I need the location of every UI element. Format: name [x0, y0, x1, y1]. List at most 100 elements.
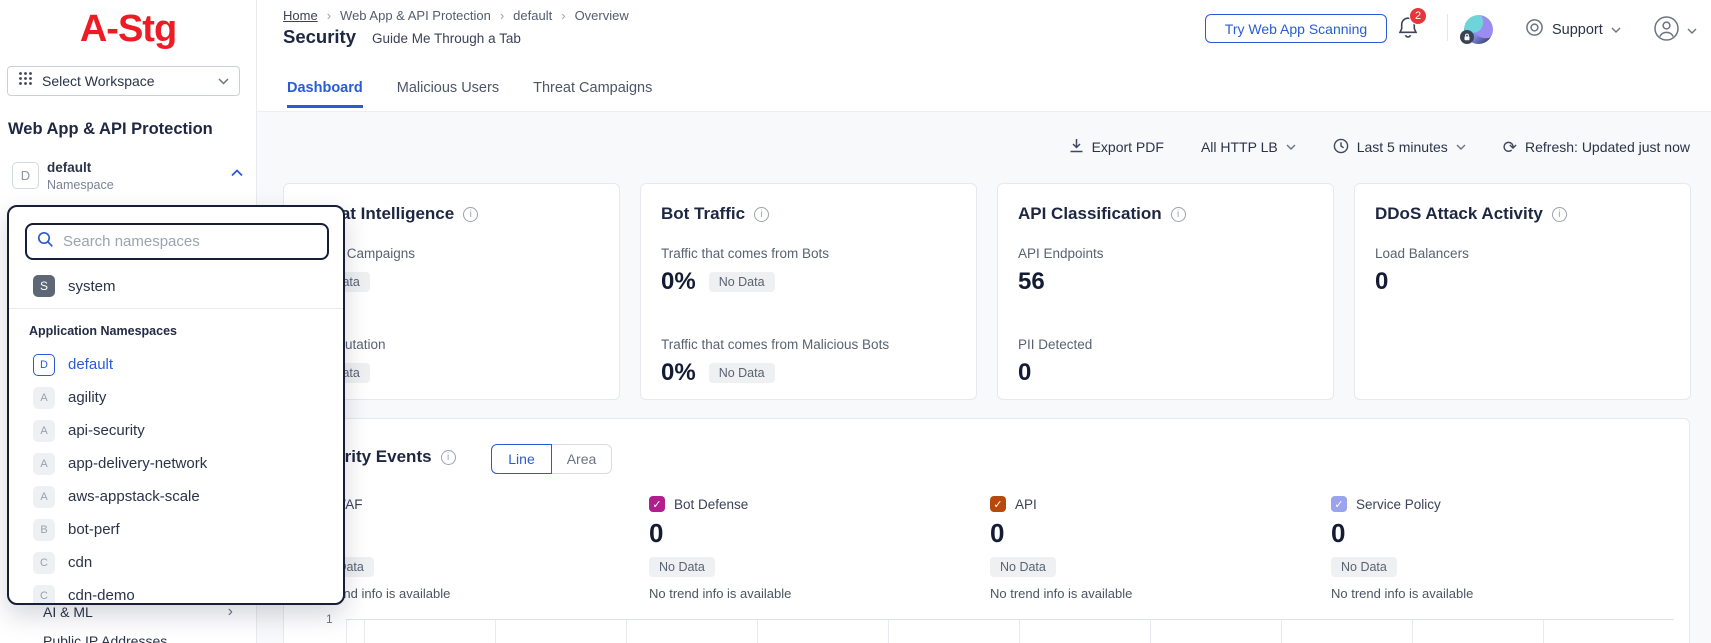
bot-defense-checkbox[interactable]: ✓ — [649, 496, 665, 512]
trend-info-text: No trend info is available — [308, 586, 628, 601]
info-icon[interactable]: i — [1552, 207, 1567, 222]
breadcrumb-item: Overview — [575, 8, 629, 23]
y-axis-tick-label: 1 — [326, 612, 333, 626]
namespace-item-app-delivery-network[interactable]: A app-delivery-network — [33, 447, 333, 480]
time-range-label: Last 5 minutes — [1357, 139, 1448, 155]
chevron-down-icon — [218, 78, 229, 85]
status-badge: No Data — [709, 272, 775, 292]
namespace-initial-badge: A — [33, 387, 55, 409]
namespace-item-agility[interactable]: A agility — [33, 381, 333, 414]
clock-icon — [1333, 138, 1349, 157]
api-checkbox[interactable]: ✓ — [990, 496, 1006, 512]
metric-value: 0 — [1018, 359, 1031, 387]
namespace-item-label: api-security — [68, 422, 145, 439]
dashboard-content: Export PDF All HTTP LB Last 5 minutes — [257, 112, 1711, 643]
namespace-item-label: system — [68, 278, 116, 295]
namespace-dropdown-panel: S system Application Namespaces D defaul… — [7, 205, 345, 605]
metric-label: PII Detected — [1018, 337, 1313, 352]
namespace-item-default[interactable]: D default — [33, 348, 333, 381]
dropdown-divider — [9, 308, 343, 309]
select-workspace-button[interactable]: Select Workspace — [7, 66, 240, 96]
metric-value: 0% — [661, 359, 696, 387]
namespace-item-label: bot-perf — [68, 521, 120, 538]
top-bar: Home › Web App & API Protection › defaul… — [257, 0, 1711, 112]
chevron-down-icon — [1611, 27, 1621, 33]
sidebar-item-label: Public IP Addresses — [43, 633, 167, 643]
try-web-app-scanning-button[interactable]: Try Web App Scanning — [1205, 14, 1387, 43]
namespace-selector-name[interactable]: default — [47, 160, 91, 175]
breadcrumb: Home › Web App & API Protection › defaul… — [283, 8, 629, 23]
notification-count-badge: 2 — [1409, 7, 1427, 25]
area-view-button[interactable]: Area — [552, 444, 612, 474]
chart-grid — [346, 619, 1674, 643]
export-pdf-label: Export PDF — [1092, 139, 1164, 155]
lifebuoy-icon — [1525, 18, 1544, 42]
legend-value: 0 — [990, 518, 1310, 549]
metric-value: 0% — [661, 268, 696, 296]
metric-label: API Endpoints — [1018, 246, 1313, 261]
namespace-item-cdn[interactable]: C cdn — [33, 546, 333, 579]
info-icon[interactable]: i — [463, 207, 478, 222]
namespace-item-label: app-delivery-network — [68, 455, 207, 472]
info-icon[interactable]: i — [754, 207, 769, 222]
main-area: Home › Web App & API Protection › defaul… — [257, 0, 1711, 643]
guide-me-link[interactable]: Guide Me Through a Tab — [372, 31, 521, 46]
namespace-search[interactable] — [25, 223, 329, 260]
breadcrumb-separator: › — [327, 8, 331, 23]
legend-label: Bot Defense — [674, 497, 748, 512]
metric-label: IP Reputation — [304, 337, 599, 352]
refresh-status-label: Refresh: Updated just now — [1525, 139, 1690, 155]
namespace-item-aws-appstack-scale[interactable]: A aws-appstack-scale — [33, 480, 333, 513]
metric-value: 56 — [1018, 268, 1045, 296]
namespace-initial-badge: D — [33, 354, 55, 376]
namespace-selector-sublabel: Namespace — [47, 178, 114, 192]
namespace-initial-badge: S — [33, 275, 55, 297]
info-icon[interactable]: i — [1171, 207, 1186, 222]
lock-icon — [1460, 30, 1474, 44]
namespace-item-api-security[interactable]: A api-security — [33, 414, 333, 447]
card-title: Bot Traffic — [661, 204, 745, 224]
workspace-grid-icon — [18, 71, 33, 91]
card-title: DDoS Attack Activity — [1375, 204, 1543, 224]
legend-value: 0 — [308, 518, 628, 549]
sidebar-item-label: AI & ML — [43, 604, 93, 620]
export-pdf-button[interactable]: Export PDF — [1069, 138, 1164, 157]
lb-filter-dropdown[interactable]: All HTTP LB — [1201, 139, 1296, 155]
tab-malicious-users[interactable]: Malicious Users — [397, 80, 499, 108]
time-range-dropdown[interactable]: Last 5 minutes — [1333, 138, 1466, 157]
support-label: Support — [1552, 22, 1603, 38]
refresh-button[interactable]: ⟳ Refresh: Updated just now — [1503, 139, 1690, 156]
chevron-up-icon[interactable] — [231, 169, 243, 177]
summary-cards: Threat Intelligence i Threat Campaigns N… — [283, 183, 1691, 400]
namespace-item-system[interactable]: S system — [33, 275, 116, 297]
breadcrumb-item[interactable]: default — [513, 8, 552, 23]
person-circle-icon — [1653, 15, 1680, 47]
breadcrumb-item[interactable]: Web App & API Protection — [340, 8, 491, 23]
tab-dashboard[interactable]: Dashboard — [287, 80, 363, 108]
dashboard-toolbar: Export PDF All HTTP LB Last 5 minutes — [1069, 133, 1690, 161]
namespace-item-label: default — [68, 356, 113, 373]
line-view-button[interactable]: Line — [491, 444, 552, 474]
sidebar-item-public-ip-addresses[interactable]: Public IP Addresses — [0, 627, 257, 643]
support-menu[interactable]: Support — [1525, 18, 1621, 42]
breadcrumb-home-link[interactable]: Home — [283, 8, 318, 23]
tab-threat-campaigns[interactable]: Threat Campaigns — [533, 80, 652, 108]
chevron-down-icon — [1687, 28, 1697, 34]
namespace-item-bot-perf[interactable]: B bot-perf — [33, 513, 333, 546]
card-api-classification: API Classification i API Endpoints 56 PI… — [997, 183, 1334, 400]
namespace-item-cdn-demo[interactable]: C cdn-demo — [33, 579, 333, 605]
lb-filter-label: All HTTP LB — [1201, 139, 1278, 155]
metric-label: Load Balancers — [1375, 246, 1670, 261]
info-icon[interactable]: i — [441, 450, 456, 465]
service-policy-checkbox[interactable]: ✓ — [1331, 496, 1347, 512]
bell-icon — [1396, 28, 1420, 45]
namespace-initial-badge: A — [33, 453, 55, 475]
chevron-down-icon — [1456, 144, 1466, 150]
account-menu[interactable] — [1653, 15, 1697, 47]
legend-label: Service Policy — [1356, 497, 1441, 512]
namespace-search-input[interactable] — [63, 233, 317, 250]
status-badge: No Data — [990, 557, 1056, 577]
security-events-card: Security Events i Line Area ✓ WAF 0 No D… — [283, 418, 1690, 643]
security-events-chart: 1 — [324, 612, 1674, 643]
legend-column-service-policy: ✓ Service Policy 0 No Data No trend info… — [1331, 496, 1651, 601]
